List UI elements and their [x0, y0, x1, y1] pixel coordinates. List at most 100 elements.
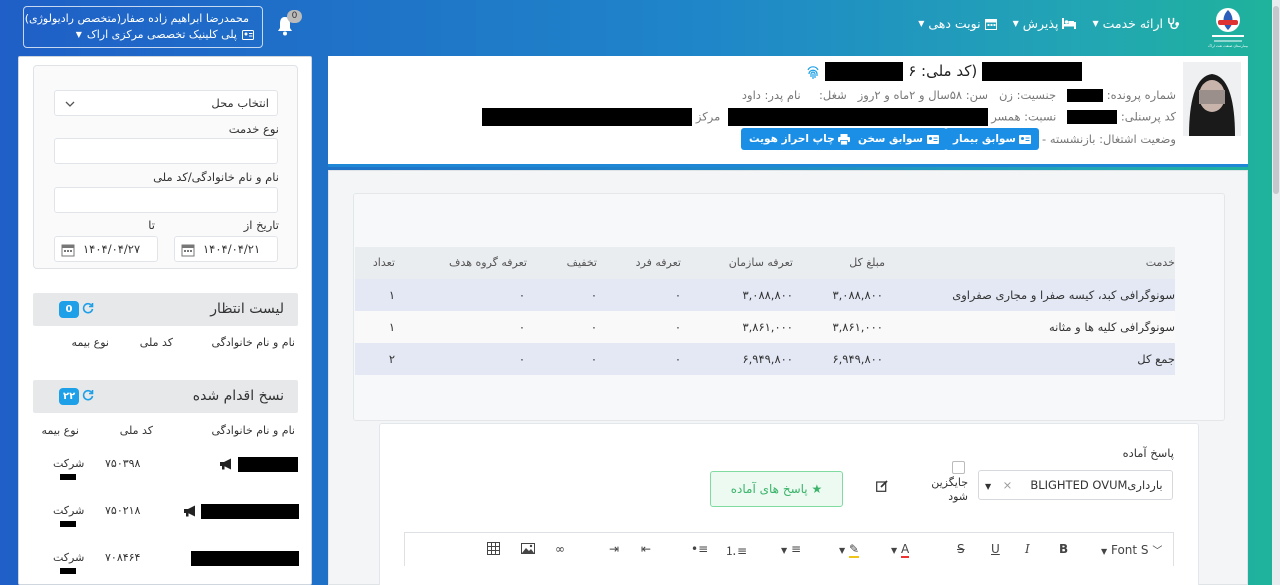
- done-code: ۷۰۸۴۶۴: [105, 551, 141, 564]
- done-col-name: نام و نام خانوادگی: [211, 424, 295, 437]
- cell-org-tariff: ۶,۹۴۹,۸۰۰: [742, 352, 793, 366]
- unordered-list-icon[interactable]: •≡: [691, 542, 708, 556]
- patient-history-label: سوابق بیمار: [953, 133, 1016, 145]
- dropdown-caret-icon[interactable]: ▼: [985, 473, 999, 501]
- table-icon[interactable]: [487, 542, 500, 555]
- align-icon[interactable]: ▼ ≡: [781, 542, 801, 556]
- done-insurance: شرکت: [53, 504, 85, 517]
- clinic-row[interactable]: پلی کلینیک تخصصی مرکزی اراک ▼: [32, 27, 254, 43]
- outdent-icon[interactable]: ⇤: [641, 542, 651, 556]
- main-nav: ارائه خدمت ▼ پذیرش ▼ نوبت دهی ▼: [918, 16, 1180, 31]
- text-color-icon[interactable]: ▼ A: [891, 542, 910, 558]
- date-to-input[interactable]: ۱۴۰۴/۰۴/۲۷: [54, 236, 158, 262]
- nav-admission[interactable]: پذیرش ▼: [1013, 16, 1077, 31]
- done-list-title: نسخ اقدام شده: [192, 388, 284, 404]
- link-icon[interactable]: ∞: [555, 542, 565, 556]
- ready-answer-select[interactable]: ▼ × BLIGHTED OVUMبارداری: [978, 470, 1173, 500]
- redacted-relative-name: [727, 108, 988, 126]
- done-list-row[interactable]: ۷۵۰۲۱۸ شرکت: [33, 500, 299, 540]
- patient-history-button[interactable]: سوابق بیمار: [945, 128, 1040, 150]
- caret-down-icon: ▼: [1092, 19, 1099, 28]
- id-card-icon: [1019, 134, 1032, 144]
- indent-icon[interactable]: ⇥: [609, 542, 619, 556]
- redacted-personnel-code: [1067, 110, 1118, 124]
- user-info-box[interactable]: محمدرضا ابراهیم زاده صفار(متخصص رادیولوژ…: [23, 6, 263, 48]
- nav-label: پذیرش: [1022, 16, 1059, 31]
- cell-discount: ۰: [590, 288, 597, 302]
- waiting-count-badge: 0: [59, 301, 79, 318]
- location-select-value: انتخاب محل: [211, 96, 269, 110]
- cell-discount: ۰: [590, 320, 597, 334]
- highlight-color-icon[interactable]: ▼ ✎: [839, 542, 860, 558]
- nav-appointment[interactable]: نوبت دهی ▼: [918, 16, 997, 31]
- speech-history-label: سوابق سخن: [858, 133, 923, 145]
- service-type-label: نوع خدمت: [228, 122, 279, 136]
- waiting-list-header[interactable]: لیست انتظار 0: [33, 293, 298, 326]
- font-size-label: Font S: [1110, 543, 1149, 557]
- waiting-list-title: لیست انتظار: [210, 301, 284, 317]
- refresh-icon[interactable]: [82, 302, 94, 314]
- name-code-input[interactable]: [54, 187, 278, 213]
- megaphone-icon[interactable]: [219, 458, 233, 470]
- strikethrough-button[interactable]: S: [957, 542, 965, 556]
- patient-info-line-1: شماره پرونده: جنسیت: زن سن: ۵۸سال و ۲ماه…: [742, 88, 1176, 102]
- cell-target-tariff: ۰: [518, 352, 525, 366]
- service-type-input[interactable]: [54, 138, 278, 164]
- italic-button[interactable]: I: [1025, 542, 1030, 556]
- clear-icon[interactable]: ×: [1003, 471, 1027, 499]
- calendar-icon[interactable]: [61, 243, 75, 257]
- speech-history-button[interactable]: سوابق سخن: [850, 128, 947, 150]
- services-table: خدمت مبلغ کل تعرفه سازمان تعرفه فرد تخفی…: [355, 247, 1175, 375]
- chevron-down-icon: [65, 101, 75, 107]
- th-total: مبلغ کل: [849, 256, 885, 269]
- done-code: ۷۵۰۲۱۸: [105, 504, 141, 517]
- fingerprint-icon[interactable]: [805, 64, 821, 80]
- done-list-header[interactable]: نسخ اقدام شده ۲۲: [33, 380, 298, 413]
- personnel-code-label: کد پرسنلی:: [1120, 109, 1176, 124]
- caret-down-icon: ▼: [75, 30, 82, 39]
- notification-badge: 0: [287, 10, 302, 23]
- table-row[interactable]: سونوگرافی کلیه ها و مثانه ۳,۸۶۱,۰۰۰ ۳,۸۶…: [355, 311, 1175, 343]
- edit-icon[interactable]: [876, 480, 888, 492]
- cell-person-tariff: ۰: [674, 352, 681, 366]
- ready-answers-label: پاسخ های آماده: [730, 482, 808, 496]
- image-icon[interactable]: [521, 543, 535, 554]
- refresh-icon[interactable]: [82, 389, 94, 401]
- id-card-icon: [242, 30, 254, 40]
- date-from-input[interactable]: ۱۴۰۴/۰۴/۲۱: [174, 236, 278, 262]
- cell-count: ۲: [388, 352, 395, 366]
- font-size-dropdown[interactable]: ▼ Font S ﹀: [1101, 542, 1162, 557]
- waiting-col-insurance: نوع بیمه: [71, 336, 109, 349]
- date-from-label: تاریخ از: [243, 218, 279, 232]
- center-label: مرکز: [695, 109, 721, 124]
- page-scrollbar[interactable]: [1272, 0, 1280, 585]
- underline-button[interactable]: U: [991, 542, 1000, 556]
- stethoscope-icon: [1168, 17, 1180, 30]
- done-list-row[interactable]: ۷۵۰۳۹۸ شرکت: [33, 453, 298, 493]
- hospital-logo[interactable]: بیمارستان صنعت نفت اراک: [1206, 6, 1250, 48]
- bold-button[interactable]: B: [1059, 542, 1068, 556]
- megaphone-icon[interactable]: [183, 505, 197, 517]
- calendar-icon[interactable]: [181, 243, 195, 257]
- bed-icon: [1062, 18, 1077, 29]
- done-count-badge: ۲۲: [59, 388, 80, 405]
- done-list-row[interactable]: ۷۰۸۴۶۴ شرکت: [33, 547, 299, 584]
- ready-answer-label: پاسخ آماده: [1122, 446, 1174, 460]
- left-panel: انتخاب محل نوع خدمت نام و نام خانوادگی/ک…: [18, 56, 312, 585]
- nav-service-delivery[interactable]: ارائه خدمت ▼: [1092, 16, 1180, 31]
- location-select[interactable]: انتخاب محل: [54, 90, 278, 116]
- cell-org-tariff: ۳,۸۶۱,۰۰۰: [742, 320, 793, 334]
- top-bar: محمدرضا ابراهیم زاده صفار(متخصص رادیولوژ…: [0, 0, 1280, 52]
- star-icon: ★: [811, 482, 823, 496]
- ordered-list-icon[interactable]: ⒈≡: [725, 542, 747, 559]
- print-identity-label: چاپ احراز هویت: [749, 133, 835, 145]
- clinic-name: پلی کلینیک تخصصی مرکزی اراک: [86, 28, 237, 41]
- print-identity-button[interactable]: چاپ احراز هویت: [741, 128, 859, 150]
- scrollbar-thumb[interactable]: [1273, 6, 1279, 194]
- th-org-tariff: تعرفه سازمان: [728, 256, 793, 269]
- ready-answers-button[interactable]: ★ پاسخ های آماده: [710, 471, 843, 507]
- table-row[interactable]: سونوگرافی کبد، کیسه صفرا و مجاری صفراوی …: [355, 279, 1175, 311]
- cell-target-tariff: ۰: [518, 320, 525, 334]
- replace-checkbox[interactable]: [952, 461, 965, 474]
- cell-total: ۶,۹۴۹,۸۰۰: [832, 352, 883, 366]
